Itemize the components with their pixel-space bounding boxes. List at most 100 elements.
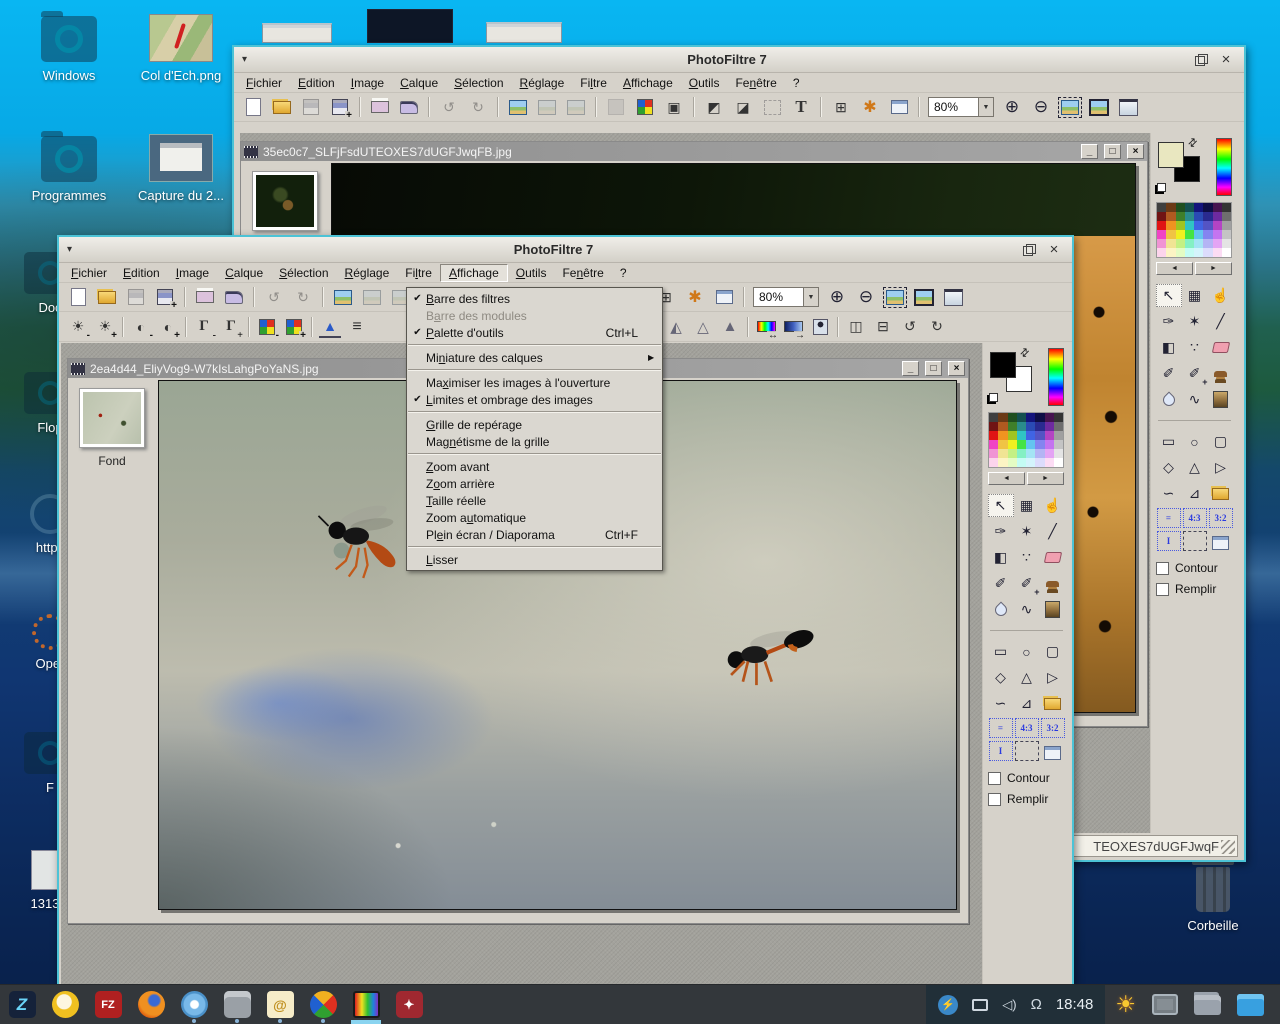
manual-selection[interactable] xyxy=(1015,741,1039,761)
color-cell[interactable] xyxy=(1166,212,1175,221)
manual-selection[interactable] xyxy=(1183,531,1207,551)
trash-icon[interactable]: Corbeille xyxy=(1158,858,1268,933)
ellipse-selection[interactable] xyxy=(1182,430,1208,453)
color-cell[interactable] xyxy=(1054,449,1063,458)
color-cell[interactable] xyxy=(1166,239,1175,248)
advanced-brush-tool[interactable] xyxy=(1014,572,1040,595)
menu-fichier[interactable]: Fichier xyxy=(63,265,115,281)
folder-app-icon[interactable] xyxy=(1194,995,1221,1015)
color-cell[interactable] xyxy=(1054,440,1063,449)
ratio-equal[interactable]: = xyxy=(1157,508,1181,528)
select-arrow-tool[interactable] xyxy=(988,494,1014,517)
zoom-combo-arrow-icon[interactable]: ▼ xyxy=(978,98,993,116)
color-cell[interactable] xyxy=(1203,248,1212,257)
filezilla-button[interactable]: FZ xyxy=(92,986,124,1024)
color-cell[interactable] xyxy=(1035,422,1044,431)
text-effect-icon[interactable] xyxy=(703,96,725,118)
ratio-4-3[interactable]: 4:3 xyxy=(1015,718,1039,738)
palette-scroll-left-button[interactable]: ◄ xyxy=(1156,262,1193,275)
color-cell[interactable] xyxy=(1185,248,1194,257)
vary-icon[interactable] xyxy=(809,316,831,338)
menu-item-plein-ecran[interactable]: Plein écran / DiaporamaCtrl+F xyxy=(407,526,662,543)
zoom-combo[interactable]: 80%▼ xyxy=(928,97,994,117)
eraser-tool[interactable] xyxy=(1208,336,1234,359)
color-cell[interactable] xyxy=(1157,203,1166,212)
color-cell[interactable] xyxy=(1176,230,1185,239)
color-cell[interactable] xyxy=(998,422,1007,431)
menu-calque[interactable]: Calque xyxy=(217,265,271,281)
lasso-selection[interactable] xyxy=(1156,482,1182,505)
firefox-button[interactable] xyxy=(135,986,167,1024)
contrast-minus-icon[interactable] xyxy=(130,316,152,338)
maximize-button[interactable]: □ xyxy=(925,361,942,376)
menu-item-taille-reelle[interactable]: Taille réelle xyxy=(407,492,662,509)
menu-selection[interactable]: Sélection xyxy=(446,75,511,91)
selection-options[interactable] xyxy=(1040,741,1066,764)
color-cell[interactable] xyxy=(1194,248,1203,257)
color-cell[interactable] xyxy=(1166,248,1175,257)
color-cell[interactable] xyxy=(1222,212,1231,221)
color-cell[interactable] xyxy=(1213,221,1222,230)
color-cell[interactable] xyxy=(998,413,1007,422)
color-cell[interactable] xyxy=(998,449,1007,458)
menu-filtre[interactable]: Filtre xyxy=(397,265,440,281)
color-cell[interactable] xyxy=(1194,203,1203,212)
fill-tool[interactable] xyxy=(1156,336,1182,359)
airbrush-tool[interactable] xyxy=(1014,546,1040,569)
select-arrow-tool[interactable] xyxy=(1156,284,1182,307)
line-tool[interactable] xyxy=(1040,520,1066,543)
power-indicator-icon[interactable]: ⚡ xyxy=(938,995,958,1015)
close-image-button[interactable]: × xyxy=(948,361,965,376)
retouch-tool[interactable] xyxy=(1040,598,1066,621)
photomask-icon[interactable] xyxy=(663,96,685,118)
mail-button[interactable]: @ xyxy=(264,986,296,1024)
menu-item-zoom-arriere[interactable]: Zoom arrière xyxy=(407,475,662,492)
color-cell[interactable] xyxy=(1017,440,1026,449)
color-cell[interactable] xyxy=(1017,422,1026,431)
right-triangle-selection[interactable] xyxy=(1208,456,1234,479)
color-cell[interactable] xyxy=(1185,212,1194,221)
chromium-button[interactable] xyxy=(178,986,210,1024)
lasso-selection[interactable] xyxy=(988,692,1014,715)
color-cell[interactable] xyxy=(1008,422,1017,431)
hue-strip[interactable] xyxy=(1216,138,1232,196)
color-cell[interactable] xyxy=(1222,230,1231,239)
tools-icon[interactable] xyxy=(859,96,881,118)
screenshot-app-icon[interactable] xyxy=(1152,994,1178,1015)
color-cell[interactable] xyxy=(1035,431,1044,440)
new-file-icon[interactable] xyxy=(67,286,89,308)
flip-icon[interactable] xyxy=(872,316,894,338)
zoom-in-icon[interactable] xyxy=(826,286,848,308)
menu-item-lisser[interactable]: Lisser xyxy=(407,551,662,568)
menu-item-palette-outils[interactable]: ✔Palette d'outilsCtrl+L xyxy=(407,324,662,341)
menu-selection[interactable]: Sélection xyxy=(271,265,336,281)
blue-window-app-icon[interactable] xyxy=(1237,994,1264,1016)
explorer-icon[interactable] xyxy=(830,96,852,118)
sharpen-icon[interactable] xyxy=(719,316,741,338)
color-cell[interactable] xyxy=(1045,431,1054,440)
foreground-color-swatch[interactable] xyxy=(990,352,1016,378)
desktop-icon-programmes[interactable]: Programmes xyxy=(14,136,124,203)
swap-colors-icon[interactable]: ⇄ xyxy=(1185,135,1201,151)
color-cell[interactable] xyxy=(1222,248,1231,257)
color-cell[interactable] xyxy=(989,413,998,422)
color-cell[interactable] xyxy=(1203,221,1212,230)
color-cell[interactable] xyxy=(1017,413,1026,422)
fill-tool[interactable] xyxy=(988,546,1014,569)
load-selection[interactable] xyxy=(1040,692,1066,715)
color-cell[interactable] xyxy=(1185,239,1194,248)
rounded-rect-selection[interactable] xyxy=(1040,640,1066,663)
ratio-3-2[interactable]: 3:2 xyxy=(1209,508,1233,528)
color-cell[interactable] xyxy=(1157,221,1166,230)
color-cell[interactable] xyxy=(1213,203,1222,212)
color-cell[interactable] xyxy=(989,458,998,467)
color-cell[interactable] xyxy=(1017,458,1026,467)
color-cell[interactable] xyxy=(1194,212,1203,221)
ellipse-selection[interactable] xyxy=(1014,640,1040,663)
blur-tool[interactable] xyxy=(988,598,1014,621)
color-cell[interactable] xyxy=(1045,440,1054,449)
color-cell[interactable] xyxy=(1157,239,1166,248)
color-cell[interactable] xyxy=(1054,458,1063,467)
color-cell[interactable] xyxy=(1203,212,1212,221)
fit-image-icon[interactable] xyxy=(884,286,906,308)
